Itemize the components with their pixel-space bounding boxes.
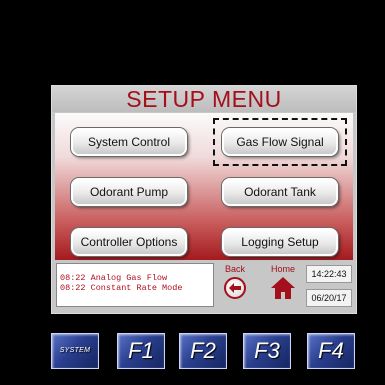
- status-bar: 08:22 Analog Gas Flow 08:22 Constant Rat…: [55, 262, 353, 309]
- title-bar: SETUP MENU: [52, 86, 356, 112]
- log-line: 08:22 Constant Rate Mode: [60, 283, 183, 293]
- date-display: 06/20/17: [306, 289, 352, 307]
- log-line: 08:22 Analog Gas Flow: [60, 273, 168, 283]
- back-button[interactable]: [224, 277, 246, 299]
- odorant-tank-button[interactable]: Odorant Tank: [222, 178, 338, 206]
- time-display: 14:22:43: [306, 265, 352, 283]
- home-label: Home: [270, 264, 295, 274]
- f1-key-label: F1: [128, 338, 154, 363]
- home-button[interactable]: [270, 275, 296, 301]
- f1-key[interactable]: F1: [117, 333, 165, 369]
- event-log: 08:22 Analog Gas Flow 08:22 Constant Rat…: [56, 263, 214, 307]
- logging-setup-button[interactable]: Logging Setup: [222, 228, 338, 256]
- f4-key[interactable]: F4: [307, 333, 355, 369]
- f2-key[interactable]: F2: [179, 333, 227, 369]
- gas-flow-signal-button[interactable]: Gas Flow Signal: [222, 128, 338, 156]
- page-title: SETUP MENU: [126, 86, 282, 112]
- system-key[interactable]: SYSTEM: [51, 333, 99, 369]
- back-label: Back: [224, 264, 245, 274]
- back-arrow-icon: [229, 283, 241, 293]
- odorant-pump-button[interactable]: Odorant Pump: [71, 178, 187, 206]
- controller-options-button[interactable]: Controller Options: [71, 228, 187, 256]
- home-icon: [271, 277, 295, 299]
- f4-key-label: F4: [318, 338, 344, 363]
- system-control-button[interactable]: System Control: [71, 128, 187, 156]
- system-key-label: SYSTEM: [59, 347, 91, 354]
- hmi-screen: SETUP MENU System Control Gas Flow Signa…: [51, 85, 357, 314]
- menu-area: System Control Gas Flow Signal Odorant P…: [55, 113, 353, 260]
- f3-key-label: F3: [254, 338, 280, 363]
- f3-key[interactable]: F3: [243, 333, 291, 369]
- f2-key-label: F2: [190, 338, 216, 363]
